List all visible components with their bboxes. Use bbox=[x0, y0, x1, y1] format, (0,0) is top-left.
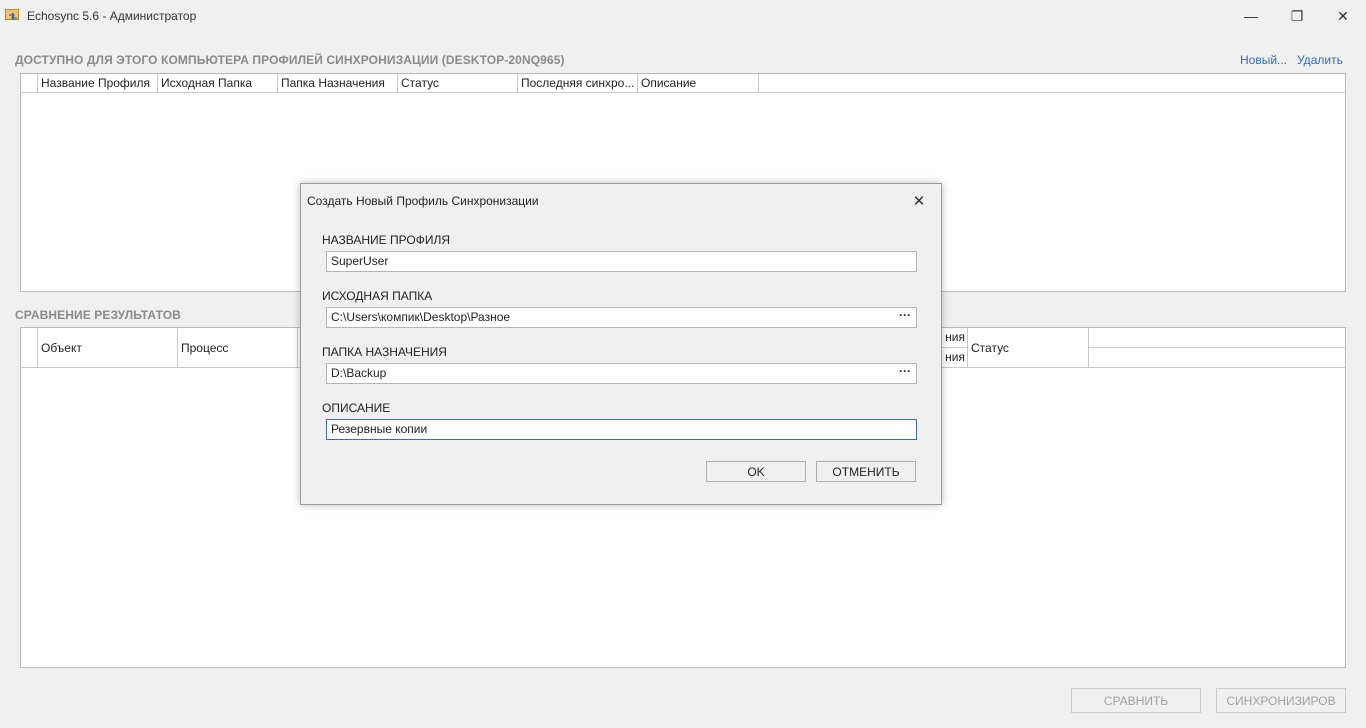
minimize-button[interactable]: — bbox=[1228, 0, 1274, 32]
column-header[interactable]: Папка Назначения bbox=[277, 74, 398, 93]
new-profile-link[interactable]: Новый... bbox=[1240, 53, 1287, 67]
maximize-button[interactable]: ❐ bbox=[1274, 0, 1320, 32]
column-header-filler bbox=[1088, 328, 1345, 348]
row-selector-header bbox=[21, 74, 38, 93]
profile-name-field[interactable]: SuperUser bbox=[326, 251, 917, 272]
column-header[interactable]: Описание bbox=[637, 74, 759, 93]
column-header[interactable]: Объект bbox=[37, 328, 178, 368]
column-header[interactable]: Название Профиля bbox=[37, 74, 158, 93]
browse-dest-button[interactable]: ··· bbox=[896, 364, 914, 383]
description-value: Резервные копии bbox=[331, 422, 428, 436]
column-header[interactable]: Статус bbox=[967, 328, 1089, 368]
compare-button[interactable]: СРАВНИТЬ bbox=[1071, 688, 1201, 713]
profile-name-label: НАЗВАНИЕ ПРОФИЛЯ bbox=[322, 233, 451, 247]
browse-source-button[interactable]: ··· bbox=[896, 308, 914, 327]
profile-name-value: SuperUser bbox=[331, 254, 389, 268]
close-button[interactable]: ✕ bbox=[1320, 0, 1366, 32]
description-field[interactable]: Резервные копии bbox=[326, 419, 917, 440]
comparison-section-title: СРАВНЕНИЕ РЕЗУЛЬТАТОВ bbox=[15, 308, 181, 322]
profiles-section-title: ДОСТУПНО ДЛЯ ЭТОГО КОМПЬЮТЕРА ПРОФИЛЕЙ С… bbox=[15, 53, 565, 67]
maximize-icon: ❐ bbox=[1290, 7, 1304, 24]
source-folder-field[interactable]: C:\Users\компик\Desktop\Разное ··· bbox=[326, 307, 917, 328]
ok-button[interactable]: OK bbox=[706, 461, 806, 482]
close-icon: ✕ bbox=[1337, 7, 1349, 24]
column-header[interactable]: Исходная Папка bbox=[157, 74, 278, 93]
description-label: ОПИСАНИЕ bbox=[322, 401, 391, 415]
app-icon bbox=[5, 9, 19, 21]
dialog-close-button[interactable]: ✕ bbox=[909, 191, 929, 211]
delete-profile-link[interactable]: Удалить bbox=[1297, 53, 1343, 67]
source-folder-value: C:\Users\компик\Desktop\Разное bbox=[331, 310, 511, 324]
row-selector-header bbox=[21, 328, 38, 368]
new-profile-dialog: Создать Новый Профиль Синхронизации ✕ НА… bbox=[300, 183, 942, 505]
minimize-icon: — bbox=[1244, 8, 1258, 24]
column-header[interactable]: Статус bbox=[397, 74, 518, 93]
dest-folder-label: ПАПКА НАЗНАЧЕНИЯ bbox=[322, 345, 447, 359]
dialog-title: Создать Новый Профиль Синхронизации bbox=[307, 194, 539, 208]
cancel-button[interactable]: ОТМЕНИТЬ bbox=[816, 461, 916, 482]
dest-folder-field[interactable]: D:\Backup ··· bbox=[326, 363, 917, 384]
close-icon: ✕ bbox=[912, 193, 926, 210]
window-title: Echosync 5.6 - Администратор bbox=[27, 9, 197, 23]
column-header[interactable]: Последняя синхро... bbox=[517, 74, 638, 93]
source-folder-label: ИСХОДНАЯ ПАПКА bbox=[322, 289, 433, 303]
sync-button[interactable]: СИНХРОНИЗИРОВ bbox=[1216, 688, 1346, 713]
column-header[interactable]: Процесс bbox=[177, 328, 298, 368]
profiles-table-header: Название Профиля Исходная Папка Папка На… bbox=[21, 74, 1345, 93]
dest-folder-value: D:\Backup bbox=[331, 366, 387, 380]
title-bar: Echosync 5.6 - Администратор — ❐ ✕ bbox=[0, 0, 1366, 32]
